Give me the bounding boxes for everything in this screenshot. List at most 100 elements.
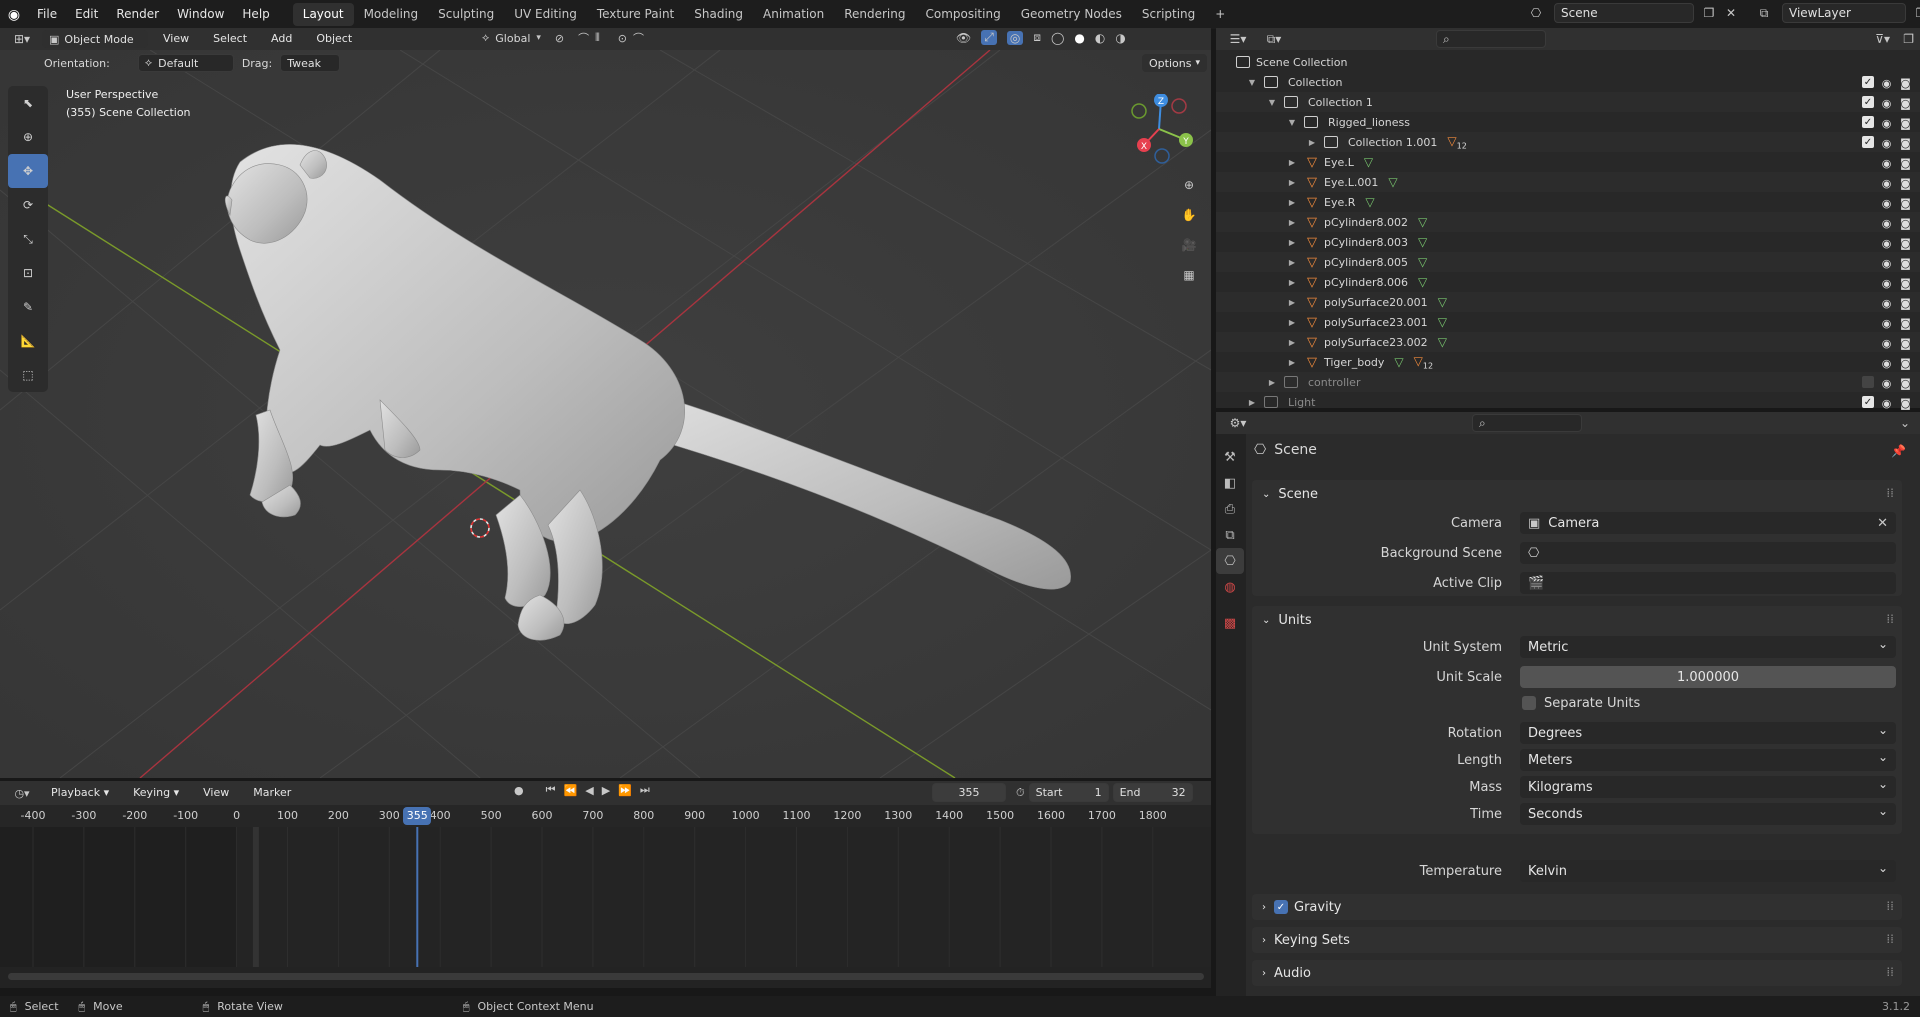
world-tab-icon[interactable]: ◍ [1216, 574, 1244, 600]
clear-icon[interactable]: ✕ [1877, 516, 1888, 531]
move-tool-icon[interactable]: ✥ [8, 154, 48, 188]
outliner-item[interactable]: ▼ Rigged_lioness ✓ ◉ ◙ [1216, 112, 1920, 132]
disclosure-triangle-icon[interactable]: ▶ [1286, 298, 1298, 307]
exclude-checkbox[interactable]: ✓ [1862, 136, 1874, 148]
tab-sculpting[interactable]: Sculpting [428, 3, 504, 26]
view-layer-tab-icon[interactable]: ⧉ [1216, 522, 1244, 548]
camera-render-icon[interactable]: ◙ [1899, 77, 1912, 90]
eye-icon[interactable]: ◉ [1880, 297, 1893, 310]
disclosure-triangle-icon[interactable]: ▶ [1286, 218, 1298, 227]
scale-tool-icon[interactable]: ⤡ [8, 222, 48, 256]
outliner-item[interactable]: ▶ ▽ Tiger_body ▽ ▽12 ◉ ◙ [1216, 352, 1920, 372]
view-layer-icon[interactable]: ⧉ [1752, 6, 1776, 21]
outliner-item[interactable]: ▶ ▽ Eye.L.001 ▽ ◉ ◙ [1216, 172, 1920, 192]
scene-tab-icon[interactable]: ⎔ [1216, 548, 1244, 574]
rotate-tool-icon[interactable]: ⟳ [8, 188, 48, 222]
eye-icon[interactable]: ◉ [1880, 97, 1893, 110]
outliner-item[interactable]: ▶ ▽ Eye.L ▽ ◉ ◙ [1216, 152, 1920, 172]
outliner-item[interactable]: ▶ Collection 1.001 ▽12 ✓ ◉ ◙ [1216, 132, 1920, 152]
start-frame-field[interactable]: Start 1 [1028, 783, 1109, 802]
unit-system-dropdown[interactable]: Metric [1520, 636, 1896, 658]
disclosure-triangle-icon[interactable]: ▶ [1286, 358, 1298, 367]
transform-orientation[interactable]: Global [495, 32, 530, 45]
drag-handle-icon[interactable]: ⁞⁞ [1886, 486, 1894, 500]
disclosure-triangle-icon[interactable]: ▶ [1266, 378, 1278, 387]
exclude-checkbox[interactable]: ✓ [1862, 76, 1874, 88]
menu-add[interactable]: Add [262, 28, 301, 50]
eye-icon[interactable]: ◉ [1880, 337, 1893, 350]
temperature-dropdown[interactable]: Kelvin [1520, 860, 1896, 882]
properties-search-input[interactable]: ⌕ [1472, 414, 1582, 432]
preview-range-icon[interactable]: ⏱ [1016, 786, 1025, 800]
proportional-edit-icon[interactable]: ⊙ [618, 32, 627, 45]
disclosure-triangle-icon[interactable]: ▶ [1286, 238, 1298, 247]
tab-modeling[interactable]: Modeling [354, 3, 429, 26]
disclosure-triangle-icon[interactable]: ▶ [1286, 278, 1298, 287]
tool-tab-icon[interactable]: ⚒ [1216, 444, 1244, 470]
outliner-item[interactable]: ▶ ▽ pCylinder8.002 ▽ ◉ ◙ [1216, 212, 1920, 232]
audio-panel[interactable]: › Audio ⁞⁞ [1252, 960, 1902, 986]
3d-viewport[interactable]: User Perspective (355) Scene Collection … [0, 50, 1211, 778]
camera-render-icon[interactable]: ◙ [1899, 157, 1912, 170]
disclosure-triangle-icon[interactable]: ▶ [1286, 178, 1298, 187]
cursor-tool-icon[interactable]: ⊕ [8, 120, 48, 154]
disclosure-triangle-icon[interactable]: ▶ [1286, 158, 1298, 167]
menu-window[interactable]: Window [168, 0, 233, 29]
outliner-item[interactable]: ▶ ▽ polySurface23.001 ▽ ◉ ◙ [1216, 312, 1920, 332]
navigation-gizmo[interactable]: Z Y X [1124, 93, 1194, 164]
camera-render-icon[interactable]: ◙ [1899, 377, 1912, 390]
camera-render-icon[interactable]: ◙ [1899, 277, 1912, 290]
solid-shading-icon[interactable]: ● [1074, 31, 1084, 45]
eye-icon[interactable]: ◉ [1880, 117, 1893, 130]
drag-handle-icon[interactable]: ⁞⁞ [1886, 899, 1894, 913]
prev-keyframe-icon[interactable]: ⏪ [564, 784, 578, 797]
new-scene-icon[interactable]: ❐ [1700, 6, 1718, 20]
remove-scene-icon[interactable]: ✕ [1724, 6, 1738, 20]
end-frame-field[interactable]: End 32 [1112, 783, 1193, 802]
eye-icon[interactable]: ◉ [1880, 257, 1893, 270]
gizmo-icon[interactable]: ⤢ [981, 30, 997, 45]
disclosure-triangle-icon[interactable]: ▼ [1266, 98, 1278, 107]
eye-icon[interactable]: ◉ [1880, 77, 1893, 90]
menu-marker[interactable]: Marker [244, 781, 300, 805]
camera-view-icon[interactable]: 🎥 [1176, 230, 1202, 260]
exclude-checkbox[interactable]: ✓ [1862, 96, 1874, 108]
display-mode-icon[interactable]: ⧉▾ [1260, 32, 1288, 47]
camera-field[interactable]: ▣ Camera ✕ [1520, 512, 1896, 534]
scene-field[interactable]: Scene [1554, 3, 1694, 23]
camera-render-icon[interactable]: ◙ [1899, 217, 1912, 230]
render-tab-icon[interactable]: ◧ [1216, 470, 1244, 496]
camera-render-icon[interactable]: ◙ [1899, 317, 1912, 330]
exclude-checkbox[interactable]: ✓ [1862, 116, 1874, 128]
length-dropdown[interactable]: Meters [1520, 749, 1896, 771]
rotation-dropdown[interactable]: Degrees [1520, 722, 1896, 744]
eye-icon[interactable]: ◉ [1880, 357, 1893, 370]
new-collection-icon[interactable]: ❐ [1903, 32, 1914, 46]
tab-shading[interactable]: Shading [684, 3, 753, 26]
eye-icon[interactable]: ◉ [1880, 277, 1893, 290]
zoom-icon[interactable]: ⊕ [1176, 170, 1202, 200]
options-button[interactable]: Options ▾ [1142, 54, 1207, 72]
pin-icon[interactable]: 📌 [1891, 444, 1906, 458]
snap-target-icon[interactable]: ⫴ [595, 31, 600, 45]
xray-icon[interactable]: ⧈ [1033, 30, 1041, 45]
jump-end-icon[interactable]: ⏭ [640, 783, 650, 797]
drag-handle-icon[interactable]: ⁞⁞ [1886, 612, 1894, 626]
camera-render-icon[interactable]: ◙ [1899, 337, 1912, 350]
outliner-item[interactable]: ▶ ▽ pCylinder8.006 ▽ ◉ ◙ [1216, 272, 1920, 292]
gravity-checkbox-icon[interactable]: ✓ [1274, 900, 1288, 914]
camera-render-icon[interactable]: ◙ [1899, 177, 1912, 190]
new-view-layer-icon[interactable]: ❐ [1912, 6, 1920, 20]
keying-sets-panel[interactable]: › Keying Sets ⁞⁞ [1252, 927, 1902, 953]
editor-type-icon[interactable]: ⊞▾ [8, 32, 36, 46]
camera-render-icon[interactable]: ◙ [1899, 197, 1912, 210]
filter-icon[interactable]: ⊽▾ [1875, 32, 1890, 46]
collapse-icon[interactable]: ⌄ [1900, 416, 1910, 430]
texture-tab-icon[interactable]: ▩ [1216, 610, 1244, 636]
tab-texture-paint[interactable]: Texture Paint [587, 3, 684, 26]
output-tab-icon[interactable]: ⎙ [1216, 496, 1244, 522]
background-scene-field[interactable]: ⎔ [1520, 542, 1896, 564]
outliner-item[interactable]: ▶ ▽ polySurface23.002 ▽ ◉ ◙ [1216, 332, 1920, 352]
mass-dropdown[interactable]: Kilograms [1520, 776, 1896, 798]
play-reverse-icon[interactable]: ◀ [585, 784, 593, 797]
